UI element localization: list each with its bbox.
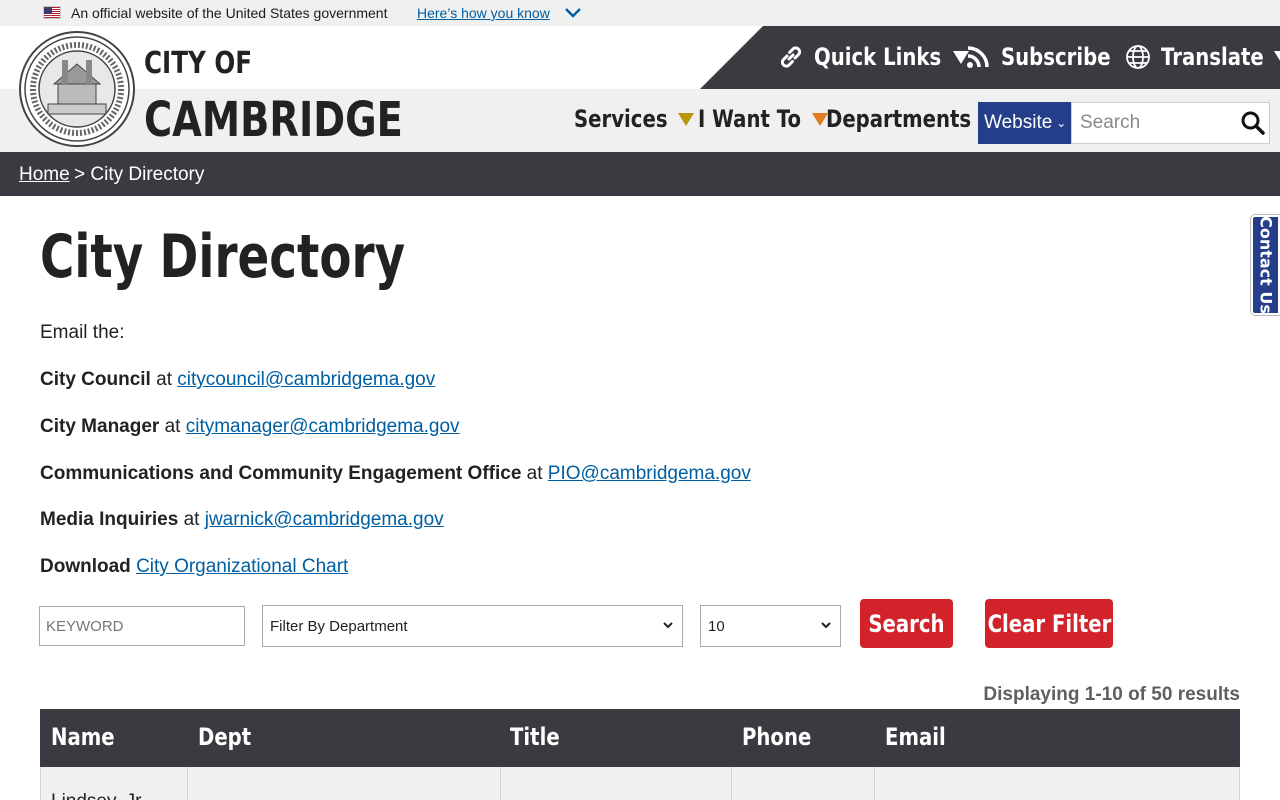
table-cell-title [501,767,732,800]
breadcrumb-current: > City Directory [74,164,204,186]
nav-services[interactable]: Services [574,103,695,135]
chevron-down-icon [821,622,831,629]
quick-links-label: Quick Links [814,43,942,71]
contact-us-label: Contact Us [1256,216,1275,314]
contact-at: at [521,463,548,484]
contact-city-council: City Council at citycouncil@cambridgema.… [40,369,435,391]
column-header-label: Title [510,723,560,751]
column-header-label: Name [51,723,115,751]
page-size-select[interactable]: 10 [700,605,841,647]
table-cell-name-text: Lindsey, Jr. [51,791,146,800]
media-email-link[interactable]: jwarnick@cambridgema.gov [205,509,444,530]
results-count: Displaying 1-10 of 50 results [983,684,1240,705]
search-button[interactable]: Search [860,599,953,648]
pio-email-link[interactable]: PIO@cambridgema.gov [548,463,751,484]
city-council-email-link[interactable]: citycouncil@cambridgema.gov [177,369,435,390]
column-header-dept[interactable]: Dept [198,723,263,751]
table-cell-email [875,767,1240,800]
chevron-down-icon[interactable] [564,7,582,19]
caret-down-icon [678,112,695,126]
column-header-label: Dept [198,723,252,751]
brand-city-of[interactable]: CITY OF [144,46,252,81]
contact-label: Media Inquiries [40,509,179,530]
download-label: Download [40,556,131,577]
email-intro: Email the: [40,322,125,343]
us-flag-icon [43,6,61,19]
clear-filter-button[interactable]: Clear Filter [985,599,1113,648]
contact-us-tab[interactable]: Contact Us [1251,215,1280,315]
column-header-name[interactable]: Name [51,723,129,751]
contact-city-manager: City Manager at citymanager@cambridgema.… [40,416,460,438]
search-scope-label: Website [984,112,1053,133]
page-title: City Directory [40,222,406,292]
gov-banner-link[interactable]: Here’s how you know [417,5,550,21]
column-header-label: Phone [742,723,812,751]
brand-cambridge[interactable]: CAMBRIDGE [144,92,403,148]
column-header-phone[interactable]: Phone [742,723,827,751]
subscribe-button[interactable]: Subscribe [965,40,1135,74]
keyword-input[interactable] [39,606,245,646]
quick-links-button[interactable]: Quick Links [778,40,970,74]
rss-icon [967,46,989,68]
nav-departments[interactable]: Departments [826,103,1000,135]
org-chart-link[interactable]: City Organizational Chart [136,556,348,577]
nav-services-label: Services [574,105,668,133]
contact-label: Communications and Community Engagement … [40,463,522,484]
column-header-title[interactable]: Title [510,723,571,751]
breadcrumb: Home > City Directory [0,152,1280,196]
contact-label: City Council [40,369,151,390]
city-seal-logo[interactable] [18,30,136,148]
contact-at: at [159,416,186,437]
table-cell-phone [732,767,875,800]
gov-banner-text: An official website of the United States… [71,5,388,21]
globe-icon [1126,45,1150,69]
translate-label: Translate [1161,43,1264,71]
download-org-chart: Download City Organizational Chart [40,556,348,578]
search-scope-select[interactable]: Website ⌄ [978,102,1071,144]
table-cell-dept [188,767,501,800]
directory-table-header: Name Dept Title Phone Email [40,709,1240,767]
nav-i-want-to[interactable]: I Want To [698,103,828,135]
column-header-label: Email [885,723,946,751]
breadcrumb-current-label: City Directory [90,164,205,185]
column-header-email[interactable]: Email [885,723,959,751]
search-button-label: Search [868,609,945,638]
table-row: Lindsey, Jr. [40,767,1240,800]
breadcrumb-separator: > [74,164,91,185]
contact-at: at [150,369,178,390]
caret-down-icon [1274,50,1280,64]
translate-button[interactable]: Translate [1125,40,1280,74]
contact-media-inquiries: Media Inquiries at jwarnick@cambridgema.… [40,509,444,531]
chevron-down-icon [663,622,673,629]
nav-departments-label: Departments [826,105,972,133]
department-filter-value: Filter By Department [270,617,408,635]
department-filter-select[interactable]: Filter By Department [262,605,683,647]
contact-label: City Manager [40,416,160,437]
subscribe-label: Subscribe [1001,43,1111,71]
search-icon[interactable] [1240,110,1266,136]
page-size-value: 10 [708,617,725,635]
chevron-down-icon: ⌄ [1056,116,1067,130]
nav-i-want-to-label: I Want To [698,105,802,133]
breadcrumb-home-link[interactable]: Home [19,164,70,186]
clear-filter-button-label: Clear Filter [987,609,1111,638]
contact-communications: Communications and Community Engagement … [40,463,751,485]
city-manager-email-link[interactable]: citymanager@cambridgema.gov [186,416,460,437]
contact-at: at [178,509,205,530]
table-cell-name: Lindsey, Jr. [41,767,188,800]
gov-banner: An official website of the United States… [0,0,1280,26]
link-icon [780,46,802,68]
